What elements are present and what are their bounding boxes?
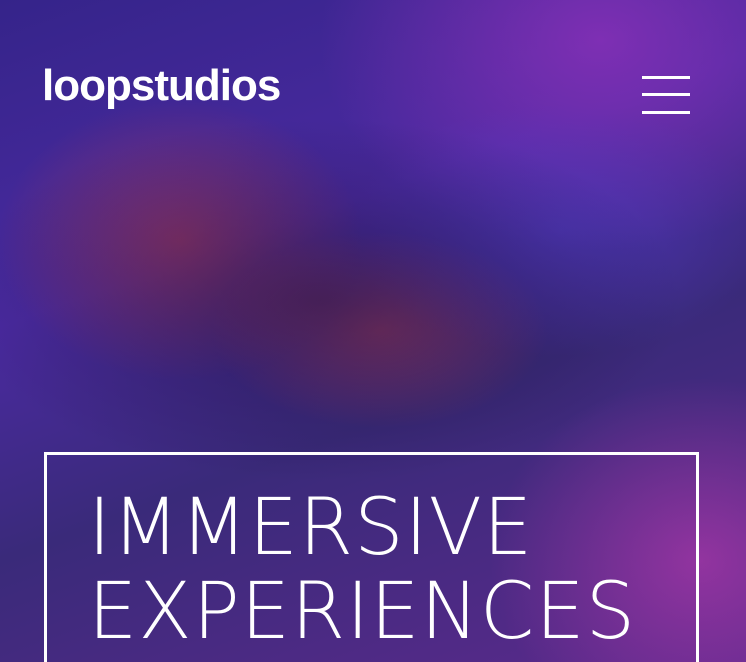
hero-section: loopstudios IMMERSIVE EXPERIENCES — [0, 0, 746, 662]
hero-headline-line: EXPERIENCES — [88, 567, 637, 657]
hero-headline-line: IMMERSIVE — [88, 483, 534, 573]
hamburger-menu-icon — [642, 76, 690, 79]
hero-headline: IMMERSIVE EXPERIENCES — [88, 486, 636, 654]
site-logo[interactable]: loopstudios — [42, 64, 281, 108]
hamburger-menu-icon-bar — [642, 93, 690, 96]
hamburger-menu-icon-bar — [642, 111, 690, 114]
menu-button[interactable] — [642, 76, 690, 114]
